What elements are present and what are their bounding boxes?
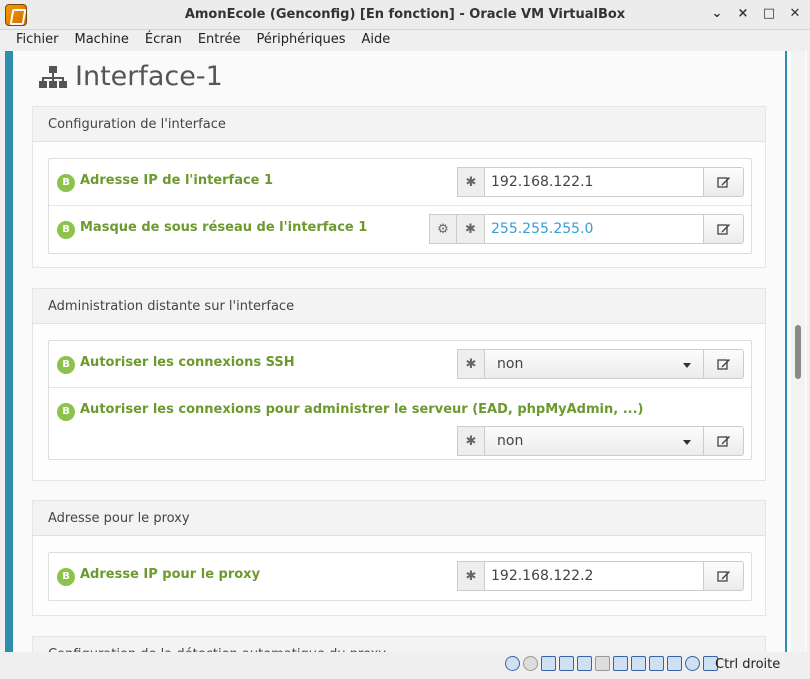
edit-icon [716, 436, 730, 447]
section-proxy-address: Adresse pour le proxy B Adresse IP pour … [32, 500, 766, 616]
field-row-ssh: B Autoriser les connexions SSH ✱ non [49, 341, 751, 388]
host-key-label: Ctrl droite [715, 657, 781, 672]
field-group: B Adresse IP de l'interface 1 ✱ 192.168.… [48, 158, 752, 254]
basic-mode-badge: B [57, 174, 75, 192]
netmask-input[interactable]: 255.255.255.0 [485, 214, 704, 244]
select-value: non [497, 433, 524, 449]
network-icon[interactable] [559, 656, 574, 671]
guest-additions-icon[interactable] [685, 656, 700, 671]
section-remote-admin: Administration distante sur l'interface … [32, 288, 766, 481]
required-asterisk-icon: ✱ [457, 214, 485, 244]
status-icons [505, 656, 718, 671]
edit-button[interactable] [704, 426, 744, 456]
required-asterisk-icon: ✱ [457, 167, 485, 197]
section-interface-config: Configuration de l'interface B Adresse I… [32, 106, 766, 268]
edit-button[interactable] [704, 214, 744, 244]
field-label: Autoriser les connexions SSH [80, 355, 295, 370]
section-title: Configuration de l'interface [33, 107, 765, 142]
basic-mode-badge: B [57, 221, 75, 239]
edit-icon [716, 224, 730, 235]
accent-bar-right [785, 51, 787, 652]
gears-icon[interactable]: ⚙ [429, 214, 457, 244]
page-scrollbar[interactable] [791, 51, 805, 652]
usb-icon[interactable] [577, 656, 592, 671]
field-label: Adresse IP de l'interface 1 [80, 173, 274, 188]
menu-bar: Fichier Machine Écran Entrée Périphériqu… [0, 30, 810, 50]
edit-button[interactable] [704, 561, 744, 591]
field-row-netmask: B Masque de sous réseau de l'interface 1… [49, 206, 751, 253]
ip-interface-input[interactable]: 192.168.122.1 [485, 167, 704, 197]
menu-fichier[interactable]: Fichier [8, 30, 67, 50]
section-title: Adresse pour le proxy [33, 501, 765, 536]
field-label: Adresse IP pour le proxy [80, 567, 261, 582]
window-controls: ⌄ × □ ✕ [710, 6, 802, 21]
basic-mode-badge: B [57, 403, 75, 421]
vm-status-bar: Ctrl droite [0, 652, 810, 679]
cpu-icon[interactable] [667, 656, 682, 671]
basic-mode-badge: B [57, 356, 75, 374]
vm-display[interactable]: Interface-1 Configuration de l'interface… [5, 51, 807, 652]
maximize-icon[interactable]: □ [762, 6, 776, 21]
audio-icon[interactable] [541, 656, 556, 671]
field-row-admin-access: B Autoriser les connexions pour administ… [49, 388, 751, 459]
section-title: Configuration de la détection automatiqu… [33, 637, 765, 652]
edit-icon [716, 177, 730, 188]
video-capture-icon[interactable] [631, 656, 646, 671]
menu-ecran[interactable]: Écran [137, 30, 190, 50]
caret-down-icon [683, 440, 691, 445]
edit-icon [716, 571, 730, 582]
required-asterisk-icon: ✱ [457, 561, 485, 591]
accent-bar-left [5, 51, 13, 652]
display-icon[interactable] [613, 656, 628, 671]
menu-aide[interactable]: Aide [354, 30, 399, 50]
section-title: Administration distante sur l'interface [33, 289, 765, 324]
select-value: non [497, 356, 524, 372]
shared-folders-icon[interactable] [595, 656, 610, 671]
field-group: B Autoriser les connexions SSH ✱ non B A… [48, 340, 752, 460]
page-title: Interface-1 [75, 61, 223, 92]
admin-access-select[interactable]: non [485, 426, 704, 456]
field-group: B Adresse IP pour le proxy ✱ 192.168.122… [48, 552, 752, 601]
menu-peripheriques[interactable]: Périphériques [248, 30, 353, 50]
window-titlebar: AmonEcole (Genconfig) [En fonction] - Or… [0, 0, 810, 30]
page-heading: Interface-1 [39, 61, 223, 92]
menu-machine[interactable]: Machine [67, 30, 137, 50]
section-proxy-autodetect: Configuration de la détection automatiqu… [32, 636, 766, 652]
hard-disk-icon[interactable] [505, 656, 520, 671]
field-label: Autoriser les connexions pour administre… [80, 402, 644, 417]
minimize-icon[interactable]: × [736, 6, 750, 21]
ssh-select[interactable]: non [485, 349, 704, 379]
mouse-integration-icon[interactable] [649, 656, 664, 671]
window-title: AmonEcole (Genconfig) [En fonction] - Or… [184, 7, 626, 22]
caret-down-icon [683, 363, 691, 368]
field-row-ip-interface: B Adresse IP de l'interface 1 ✱ 192.168.… [49, 159, 751, 206]
field-row-proxy-ip: B Adresse IP pour le proxy ✱ 192.168.122… [49, 553, 751, 600]
window-menu-icon[interactable]: ⌄ [710, 6, 724, 21]
edit-button[interactable] [704, 167, 744, 197]
scrollbar-thumb[interactable] [795, 325, 801, 379]
required-asterisk-icon: ✱ [457, 426, 485, 456]
optical-drive-icon[interactable] [523, 656, 538, 671]
sitemap-icon [39, 65, 67, 88]
edit-button[interactable] [704, 349, 744, 379]
basic-mode-badge: B [57, 568, 75, 586]
proxy-ip-input[interactable]: 192.168.122.2 [485, 561, 704, 591]
required-asterisk-icon: ✱ [457, 349, 485, 379]
close-icon[interactable]: ✕ [788, 6, 802, 21]
edit-icon [716, 359, 730, 370]
menu-entree[interactable]: Entrée [190, 30, 249, 50]
field-label: Masque de sous réseau de l'interface 1 [80, 220, 368, 235]
